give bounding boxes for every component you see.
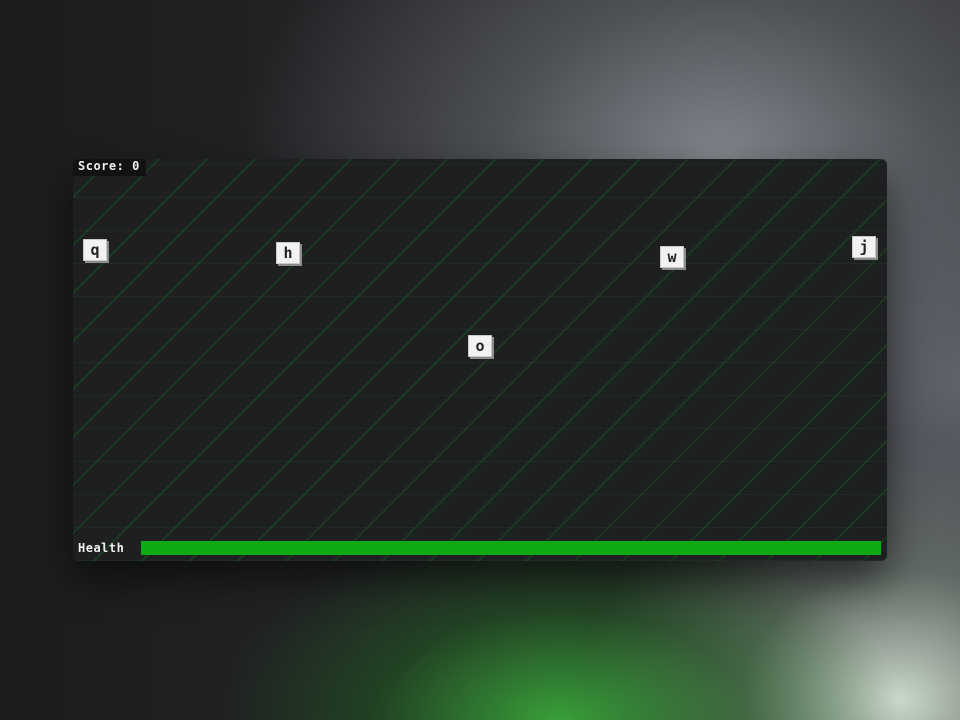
game-canvas[interactable]: Score: 0 q h w j o Health (73, 159, 887, 561)
health-bar-track (141, 541, 881, 555)
letter-tile-j: j (852, 236, 876, 258)
letter-tile-q: q (83, 239, 107, 261)
score-display: Score: 0 (73, 159, 146, 176)
health-bar-row: Health (73, 540, 887, 556)
background-grid (73, 159, 887, 561)
health-label: Health (78, 541, 125, 555)
health-bar-fill (141, 541, 881, 555)
letter-tile-o: o (468, 335, 492, 357)
letter-tile-label: j (859, 237, 869, 256)
letter-tile-w: w (660, 246, 684, 268)
letter-tile-label: h (283, 243, 293, 262)
letter-tile-h: h (276, 242, 300, 264)
letter-tile-label: q (90, 240, 100, 259)
letter-tile-label: w (667, 247, 677, 266)
letter-tile-label: o (475, 336, 485, 355)
